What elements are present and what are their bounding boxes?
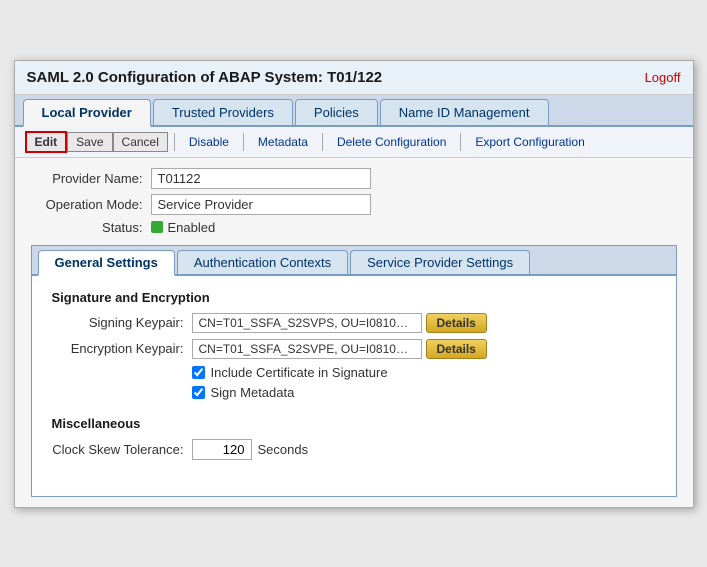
sig-enc-title: Signature and Encryption [52,290,656,305]
operation-mode-row: Operation Mode: Service Provider [31,194,677,215]
encryption-keypair-label: Encryption Keypair: [52,341,192,356]
include-cert-label: Include Certificate in Signature [211,365,388,380]
delete-link[interactable]: Delete Configuration [329,133,454,151]
inner-tabs-container: General Settings Authentication Contexts… [31,245,677,497]
status-label: Status: [31,220,151,235]
sign-metadata-label: Sign Metadata [211,385,295,400]
toolbar-separator-4 [460,133,461,151]
status-indicator [151,221,163,233]
clock-skew-row: Clock Skew Tolerance: Seconds [52,439,656,460]
sign-metadata-row: Sign Metadata [192,385,656,400]
save-button[interactable]: Save [67,132,112,152]
include-cert-checkbox[interactable] [192,366,205,379]
provider-name-label: Provider Name: [31,171,151,186]
provider-name-row: Provider Name: T01122 [31,168,677,189]
signing-keypair-value: CN=T01_SSFA_S2SVPS, OU=I0810001247, [192,313,422,333]
encryption-keypair-row: Encryption Keypair: CN=T01_SSFA_S2SVPE, … [52,339,656,359]
main-window: SAML 2.0 Configuration of ABAP System: T… [14,60,694,508]
content-area: Provider Name: T01122 Operation Mode: Se… [15,158,693,507]
export-link[interactable]: Export Configuration [467,133,592,151]
logoff-link[interactable]: Logoff [645,70,681,85]
sign-metadata-checkbox[interactable] [192,386,205,399]
cancel-button[interactable]: Cancel [113,132,168,152]
tab-local-provider[interactable]: Local Provider [23,99,151,127]
signing-keypair-label: Signing Keypair: [52,315,192,330]
signing-keypair-row: Signing Keypair: CN=T01_SSFA_S2SVPS, OU=… [52,313,656,333]
status-row: Status: Enabled [31,220,677,235]
provider-name-value: T01122 [151,168,371,189]
encryption-keypair-value: CN=T01_SSFA_S2SVPE, OU=I0810001247, [192,339,422,359]
status-value: Enabled [168,220,216,235]
toolbar-separator-3 [322,133,323,151]
tab-name-id-management[interactable]: Name ID Management [380,99,549,125]
inner-content: Signature and Encryption Signing Keypair… [32,276,676,496]
tab-trusted-providers[interactable]: Trusted Providers [153,99,293,125]
metadata-link[interactable]: Metadata [250,133,316,151]
operation-mode-value: Service Provider [151,194,371,215]
edit-button[interactable]: Edit [25,131,68,153]
signing-details-button[interactable]: Details [426,313,487,333]
inner-tabs-row: General Settings Authentication Contexts… [32,246,676,276]
toolbar-separator-2 [243,133,244,151]
clock-skew-label: Clock Skew Tolerance: [52,442,192,457]
toolbar-separator-1 [174,133,175,151]
tab-service-provider-settings[interactable]: Service Provider Settings [350,250,530,274]
operation-mode-label: Operation Mode: [31,197,151,212]
clock-skew-unit: Seconds [258,442,309,457]
disable-link[interactable]: Disable [181,133,237,151]
encryption-details-button[interactable]: Details [426,339,487,359]
title-bar: SAML 2.0 Configuration of ABAP System: T… [15,61,693,95]
tab-general-settings[interactable]: General Settings [38,250,175,276]
misc-title: Miscellaneous [52,416,656,431]
tab-policies[interactable]: Policies [295,99,378,125]
main-tabs-row: Local Provider Trusted Providers Policie… [15,95,693,127]
tab-auth-contexts[interactable]: Authentication Contexts [177,250,348,274]
misc-section: Miscellaneous Clock Skew Tolerance: Seco… [52,416,656,460]
page-title: SAML 2.0 Configuration of ABAP System: T… [27,69,383,86]
clock-skew-input[interactable] [192,439,252,460]
toolbar: Edit Save Cancel Disable Metadata Delete… [15,127,693,158]
include-cert-row: Include Certificate in Signature [192,365,656,380]
